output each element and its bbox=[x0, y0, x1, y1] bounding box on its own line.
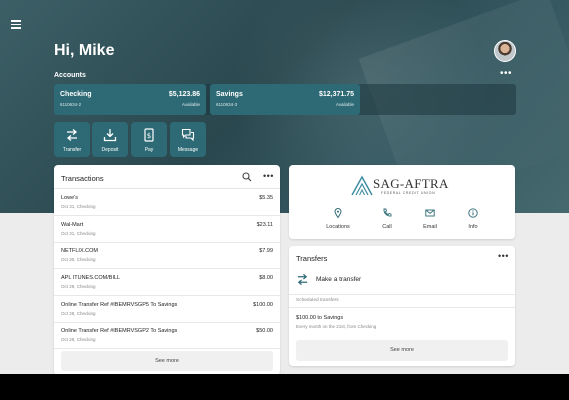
call-label: Call bbox=[382, 224, 392, 230]
avatar[interactable] bbox=[494, 40, 516, 62]
info-label: Info bbox=[468, 224, 478, 230]
transaction-date-account: Oct 31, Checking bbox=[61, 231, 96, 236]
account-card-savings[interactable]: Savings $12,371.75 6110634-3 Available bbox=[210, 84, 360, 115]
transfer-label: Transfer bbox=[62, 147, 82, 153]
deposit-icon bbox=[103, 129, 117, 142]
transactions-see-more-button[interactable]: See more bbox=[61, 351, 273, 371]
transfer-icon bbox=[297, 273, 308, 286]
scheduled-transfer-title: $100.00 to Savings bbox=[296, 315, 344, 321]
accounts-more-icon[interactable]: ••• bbox=[500, 69, 512, 79]
transaction-amount: $23.11 bbox=[256, 222, 273, 228]
make-transfer-label: Make a transfer bbox=[316, 276, 362, 283]
message-label: Message bbox=[177, 147, 199, 153]
scheduled-transfers-label: Scheduled transfers bbox=[289, 294, 515, 308]
transfers-more-icon[interactable]: ••• bbox=[498, 252, 509, 261]
account-balance: $5,123.86 bbox=[168, 91, 200, 98]
credit-union-subname: FEDERAL CREDIT UNION bbox=[381, 191, 436, 195]
transaction-amount: $100.00 bbox=[253, 302, 273, 308]
pay-icon: $ bbox=[144, 128, 154, 142]
deposit-button[interactable]: Deposit bbox=[92, 122, 128, 157]
transaction-date-account: Oct 31, Checking bbox=[61, 204, 96, 209]
info-icon bbox=[468, 208, 478, 218]
message-button[interactable]: Message bbox=[170, 122, 206, 157]
transaction-description: Wal-Mart bbox=[61, 222, 84, 228]
location-pin-icon bbox=[334, 208, 342, 218]
pay-button[interactable]: $ Pay bbox=[131, 122, 167, 157]
transfers-see-more-button[interactable]: See more bbox=[296, 340, 508, 361]
account-balance: $12,371.75 bbox=[318, 91, 354, 98]
account-number: 6110634-3 bbox=[216, 102, 238, 107]
account-card-checking[interactable]: Checking $5,123.86 6110634-2 Available bbox=[54, 84, 206, 115]
pay-label: Pay bbox=[144, 147, 154, 153]
call-button[interactable]: Call bbox=[367, 208, 407, 234]
credit-union-name: SAG-AFTRA bbox=[373, 176, 449, 191]
sag-aftra-logo: SAG-AFTRA FEDERAL CREDIT UNION bbox=[351, 175, 453, 201]
transactions-more-icon[interactable]: ••• bbox=[263, 172, 274, 181]
make-transfer-button[interactable]: Make a transfer bbox=[289, 268, 515, 292]
transaction-row[interactable]: Online Transfer Ref #IBEMRVSGP5 To Savin… bbox=[54, 296, 280, 323]
accounts-section-label: Accounts bbox=[54, 72, 86, 79]
transaction-description: Lowe's bbox=[61, 195, 78, 201]
menu-icon[interactable] bbox=[11, 20, 21, 29]
credit-union-card: SAG-AFTRA FEDERAL CREDIT UNION Locations… bbox=[289, 165, 515, 239]
transaction-amount: $8.00 bbox=[259, 275, 273, 281]
account-name: Checking bbox=[60, 91, 92, 98]
deposit-label: Deposit bbox=[101, 147, 119, 153]
phone-icon bbox=[383, 208, 392, 217]
scheduled-transfer-item[interactable]: $100.00 to Savings Every month on the 21… bbox=[289, 310, 515, 334]
transactions-title: Transactions bbox=[61, 174, 104, 183]
transaction-date-account: Oct 29, Checking bbox=[61, 337, 96, 342]
transfer-icon bbox=[66, 129, 78, 141]
transaction-amount: $7.99 bbox=[259, 248, 273, 254]
transaction-description: APL ITUNES.COM/BILL bbox=[61, 275, 121, 281]
transaction-date-account: Oct 29, Checking bbox=[61, 311, 96, 316]
account-available-label: Available bbox=[181, 102, 200, 107]
transaction-date-account: Oct 29, Checking bbox=[61, 284, 96, 289]
scheduled-transfer-detail: Every month on the 21st, from Checking bbox=[296, 324, 377, 329]
transaction-row[interactable]: APL ITUNES.COM/BILL $8.00 Oct 29, Checki… bbox=[54, 269, 280, 296]
transaction-amount: $5.35 bbox=[259, 195, 273, 201]
transaction-date-account: Oct 30, Checking bbox=[61, 257, 96, 262]
system-navigation-bar bbox=[0, 374, 569, 400]
transaction-description: NETFLIX.COM bbox=[61, 248, 98, 254]
logo-mark-icon bbox=[351, 175, 373, 196]
transaction-row[interactable]: Wal-Mart $23.11 Oct 31, Checking bbox=[54, 216, 280, 243]
locations-label: Locations bbox=[326, 224, 350, 230]
transaction-amount: $50.00 bbox=[256, 328, 273, 334]
account-name: Savings bbox=[216, 91, 243, 98]
account-number: 6110634-2 bbox=[60, 102, 82, 107]
transactions-card: Transactions ••• Lowe's $5.35 Oct 31, Ch… bbox=[54, 165, 280, 375]
message-icon bbox=[181, 128, 195, 142]
info-button[interactable]: Info bbox=[453, 208, 493, 234]
locations-button[interactable]: Locations bbox=[318, 208, 358, 234]
email-label: Email bbox=[423, 224, 437, 230]
transaction-row[interactable]: NETFLIX.COM $7.99 Oct 30, Checking bbox=[54, 242, 280, 269]
transaction-row[interactable]: Lowe's $5.35 Oct 31, Checking bbox=[54, 189, 280, 216]
svg-text:$: $ bbox=[147, 132, 151, 140]
email-icon bbox=[425, 209, 435, 217]
email-button[interactable]: Email bbox=[410, 208, 450, 234]
transfer-button[interactable]: Transfer bbox=[54, 122, 90, 157]
transfers-title: Transfers bbox=[296, 254, 328, 263]
transaction-description: Online Transfer Ref #IBEMRVSGP2 To Savin… bbox=[61, 328, 178, 334]
account-available-label: Available bbox=[335, 102, 354, 107]
greeting-title: Hi, Mike bbox=[54, 42, 115, 59]
search-icon[interactable] bbox=[242, 172, 252, 182]
transaction-row[interactable]: Online Transfer Ref #IBEMRVSGP2 To Savin… bbox=[54, 322, 280, 349]
transaction-description: Online Transfer Ref #IBEMRVSGP5 To Savin… bbox=[61, 302, 178, 308]
transfers-card: Transfers ••• Make a transfer Scheduled … bbox=[289, 246, 515, 366]
